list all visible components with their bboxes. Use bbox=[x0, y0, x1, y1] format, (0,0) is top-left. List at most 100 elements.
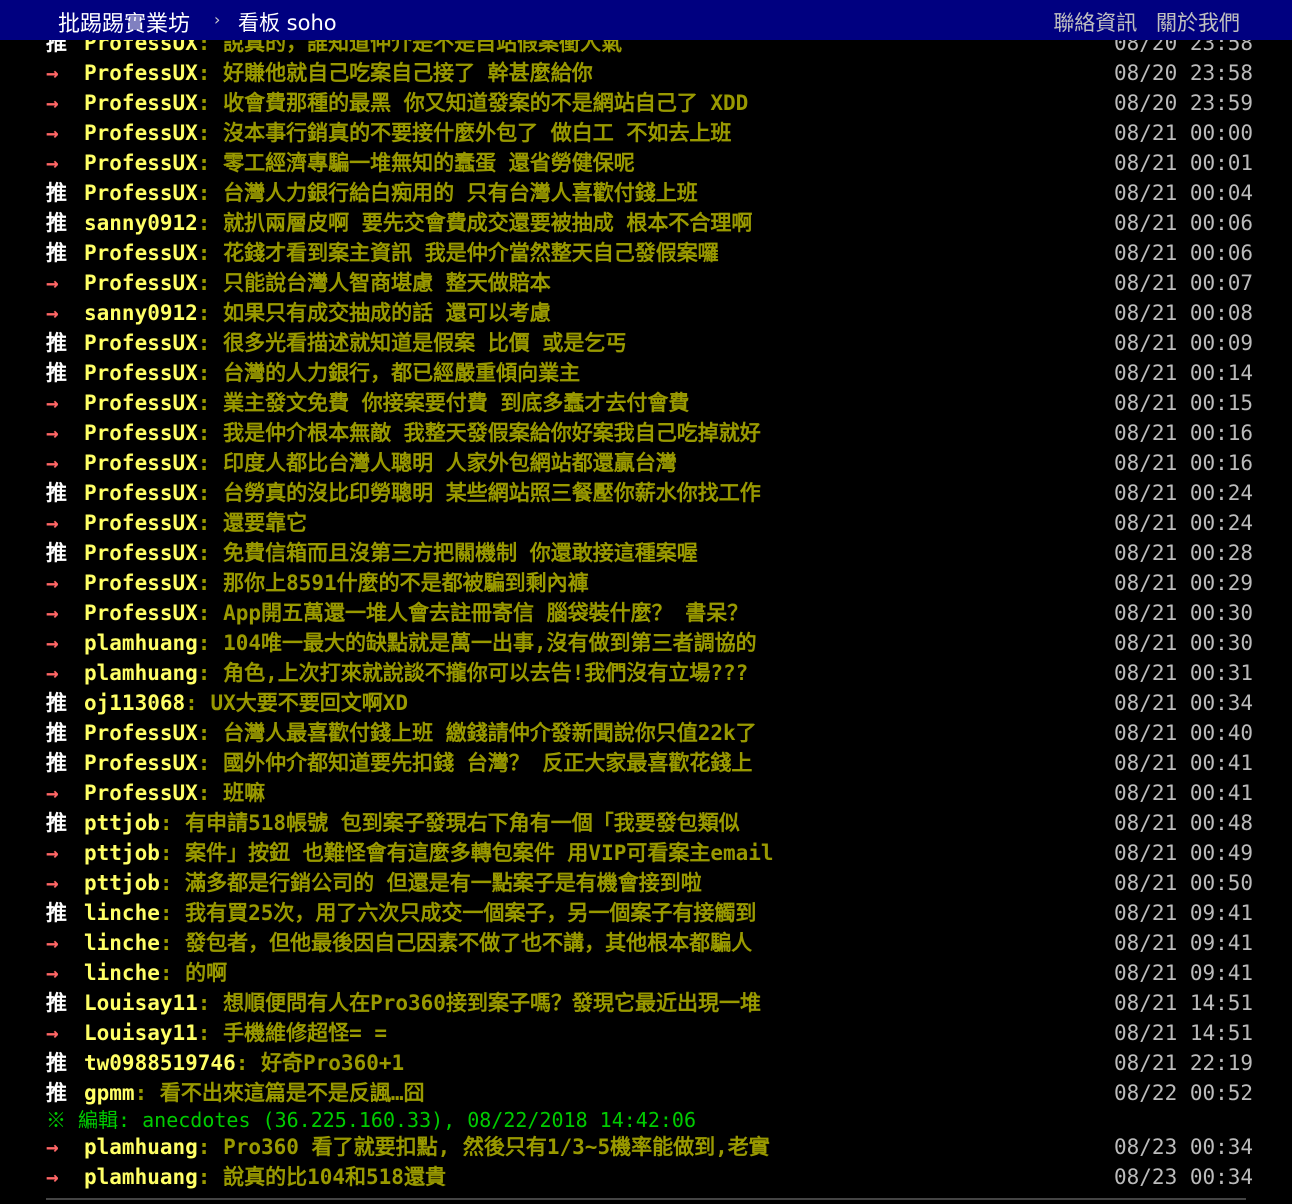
push-userid[interactable]: ProfessUX bbox=[84, 91, 198, 115]
site-home-link[interactable]: 批踢踢實業坊 bbox=[58, 6, 190, 38]
push-tag: 推 bbox=[46, 1051, 67, 1075]
push-tag: → bbox=[46, 961, 59, 985]
push-userid[interactable]: plamhuang bbox=[84, 1135, 198, 1159]
push-content: : 零工經濟專騙一堆無知的蠢蛋 還省勞健保呢 bbox=[197, 151, 635, 175]
push-content: : 只能說台灣人智商堪慮 整天做賠本 bbox=[197, 271, 551, 295]
push-userid[interactable]: ProfessUX bbox=[84, 451, 198, 475]
push-userid[interactable]: ProfessUX bbox=[84, 271, 198, 295]
push-row: 推 Louisay11: 想順便問有人在Pro360接到案子嗎？發現它最近出現一堆… bbox=[0, 988, 1292, 1018]
push-time: 08/21 00:31 bbox=[1114, 661, 1254, 685]
push-userid[interactable]: Louisay11 bbox=[84, 1021, 198, 1045]
push-userid[interactable]: ProfessUX bbox=[84, 151, 198, 175]
push-line: pttjob: 滿多都是行銷公司的 但還是有一點案子是有機會接到啦 bbox=[84, 868, 702, 898]
push-tag: → bbox=[46, 1021, 59, 1045]
push-userid[interactable]: ProfessUX bbox=[84, 511, 198, 535]
push-content: : 104唯一最大的缺點就是萬一出事,沒有做到第三者調協的 bbox=[197, 631, 757, 655]
contact-link[interactable]: 聯絡資訊 bbox=[1053, 11, 1137, 35]
push-userid[interactable]: plamhuang bbox=[84, 661, 198, 685]
push-userid[interactable]: sanny0912 bbox=[84, 301, 198, 325]
push-line: ProfessUX: 印度人都比台灣人聰明 人家外包網站都還贏台灣 bbox=[84, 448, 677, 478]
push-time: 08/22 00:52 bbox=[1114, 1081, 1254, 1105]
push-userid[interactable]: tw0988519746 bbox=[84, 1051, 236, 1075]
push-userid[interactable]: plamhuang bbox=[84, 1165, 198, 1189]
push-line: ProfessUX: 花錢才看到案主資訊 我是仲介當然整天自己發假案囉 bbox=[84, 238, 719, 268]
push-row: → Louisay11: 手機維修超怪= = 08/21 14:51 bbox=[0, 1018, 1292, 1048]
push-userid[interactable]: linche bbox=[84, 901, 160, 925]
push-time: 08/21 00:06 bbox=[1114, 211, 1254, 235]
push-tag: → bbox=[46, 841, 59, 865]
push-time: 08/21 00:24 bbox=[1114, 511, 1254, 535]
push-content: : 還要靠它 bbox=[197, 511, 308, 535]
push-tag: → bbox=[46, 601, 59, 625]
push-row: 推 ProfessUX: 台勞真的沒比印勞聰明 某些網站照三餐壓你薪水你找工作 08… bbox=[0, 478, 1292, 508]
push-tag: 推 bbox=[46, 1081, 67, 1105]
push-time: 08/21 09:41 bbox=[1114, 901, 1254, 925]
push-userid[interactable]: pttjob bbox=[84, 871, 160, 895]
push-time: 08/23 00:34 bbox=[1114, 1165, 1254, 1189]
about-link[interactable]: 關於我們 bbox=[1156, 11, 1240, 35]
push-tag: → bbox=[46, 871, 59, 895]
push-time: 08/21 00:07 bbox=[1114, 271, 1254, 295]
push-line: oj113068: UX大要不要回文啊XD bbox=[84, 688, 408, 718]
push-time: 08/21 00:34 bbox=[1114, 691, 1254, 715]
edit-note: ※ 編輯: anecdotes (36.225.160.33), 08/22/2… bbox=[46, 1108, 697, 1132]
push-userid[interactable]: ProfessUX bbox=[84, 241, 198, 265]
push-content: : 想順便問有人在Pro360接到案子嗎？發現它最近出現一堆 bbox=[197, 991, 761, 1015]
push-userid[interactable]: ProfessUX bbox=[84, 361, 198, 385]
push-tag: 推 bbox=[46, 181, 67, 205]
push-userid[interactable]: pttjob bbox=[84, 811, 160, 835]
push-userid[interactable]: ProfessUX bbox=[84, 721, 198, 745]
push-time: 08/21 00:29 bbox=[1114, 571, 1254, 595]
push-row: → sanny0912: 如果只有成交抽成的話 還可以考慮 08/21 00:08 bbox=[0, 298, 1292, 328]
push-line: ProfessUX: 台灣的人力銀行，都已經嚴重傾向業主 bbox=[84, 358, 580, 388]
board-link[interactable]: 看板 soho bbox=[238, 7, 337, 37]
push-line: plamhuang: Pro360 看了就要扣點, 然後只有1/3~5機率能做到… bbox=[84, 1132, 770, 1162]
push-tag: 推 bbox=[46, 241, 67, 265]
push-tag: → bbox=[46, 661, 59, 685]
push-tag: 推 bbox=[46, 211, 67, 235]
push-userid[interactable]: pttjob bbox=[84, 841, 160, 865]
push-row: → pttjob: 案件」按鈕 也難怪會有這麼多轉包案件 用VIP可看案主emai… bbox=[0, 838, 1292, 868]
push-content: : 的啊 bbox=[159, 961, 228, 985]
push-time: 08/21 00:28 bbox=[1114, 541, 1254, 565]
push-tag: → bbox=[46, 271, 59, 295]
push-userid[interactable]: ProfessUX bbox=[84, 601, 198, 625]
push-tag: 推 bbox=[46, 991, 67, 1015]
push-userid[interactable]: gpmm bbox=[84, 1081, 135, 1105]
push-userid[interactable]: plamhuang bbox=[84, 631, 198, 655]
push-userid[interactable]: ProfessUX bbox=[84, 421, 198, 445]
push-userid[interactable]: linche bbox=[84, 931, 160, 955]
push-line: ProfessUX: 台勞真的沒比印勞聰明 某些網站照三餐壓你薪水你找工作 bbox=[84, 478, 761, 508]
push-row: → ProfessUX: App開五萬還一堆人會去註冊寄信 腦袋裝什麼？ 書呆？ 0… bbox=[0, 598, 1292, 628]
push-userid[interactable]: sanny0912 bbox=[84, 211, 198, 235]
push-row: 推 ProfessUX: 免費信箱而且沒第三方把關機制 你還敢接這種案喔 08/21… bbox=[0, 538, 1292, 568]
push-userid[interactable]: ProfessUX bbox=[84, 751, 198, 775]
push-content: : 滿多都是行銷公司的 但還是有一點案子是有機會接到啦 bbox=[159, 871, 702, 895]
push-userid[interactable]: ProfessUX bbox=[84, 781, 198, 805]
push-row: → ProfessUX: 只能說台灣人智商堪慮 整天做賠本 08/21 00:07 bbox=[0, 268, 1292, 298]
push-userid[interactable]: ProfessUX bbox=[84, 571, 198, 595]
push-time: 08/21 00:50 bbox=[1114, 871, 1254, 895]
push-content: : 角色,上次打來就說談不攏你可以去告!我們沒有立場??? bbox=[197, 661, 749, 685]
push-row: 推 oj113068: UX大要不要回文啊XD 08/21 00:34 bbox=[0, 688, 1292, 718]
push-userid[interactable]: ProfessUX bbox=[84, 391, 198, 415]
push-userid[interactable]: ProfessUX bbox=[84, 181, 198, 205]
push-time: 08/21 00:41 bbox=[1114, 781, 1254, 805]
push-time: 08/21 14:51 bbox=[1114, 991, 1254, 1015]
push-userid[interactable]: oj113068 bbox=[84, 691, 185, 715]
push-userid[interactable]: ProfessUX bbox=[84, 121, 198, 145]
push-line: Louisay11: 想順便問有人在Pro360接到案子嗎？發現它最近出現一堆 bbox=[84, 988, 761, 1018]
push-tag: → bbox=[46, 1165, 59, 1189]
push-userid[interactable]: ProfessUX bbox=[84, 61, 198, 85]
push-content: : UX大要不要回文啊XD bbox=[185, 691, 409, 715]
push-userid[interactable]: linche bbox=[84, 961, 160, 985]
push-content: : 印度人都比台灣人聰明 人家外包網站都還贏台灣 bbox=[197, 451, 677, 475]
push-userid[interactable]: Louisay11 bbox=[84, 991, 198, 1015]
push-userid[interactable]: ProfessUX bbox=[84, 541, 198, 565]
push-content: : 發包者，但他最後因自己因素不做了也不講，其他根本都騙人 bbox=[159, 931, 753, 955]
push-line: pttjob: 有申請518帳號 包到案子發現右下角有一個「我要發包類似 bbox=[84, 808, 740, 838]
push-tag: → bbox=[46, 571, 59, 595]
push-userid[interactable]: ProfessUX bbox=[84, 331, 198, 355]
push-userid[interactable]: ProfessUX bbox=[84, 481, 198, 505]
push-row: 推 pttjob: 有申請518帳號 包到案子發現右下角有一個「我要發包類似 08/… bbox=[0, 808, 1292, 838]
